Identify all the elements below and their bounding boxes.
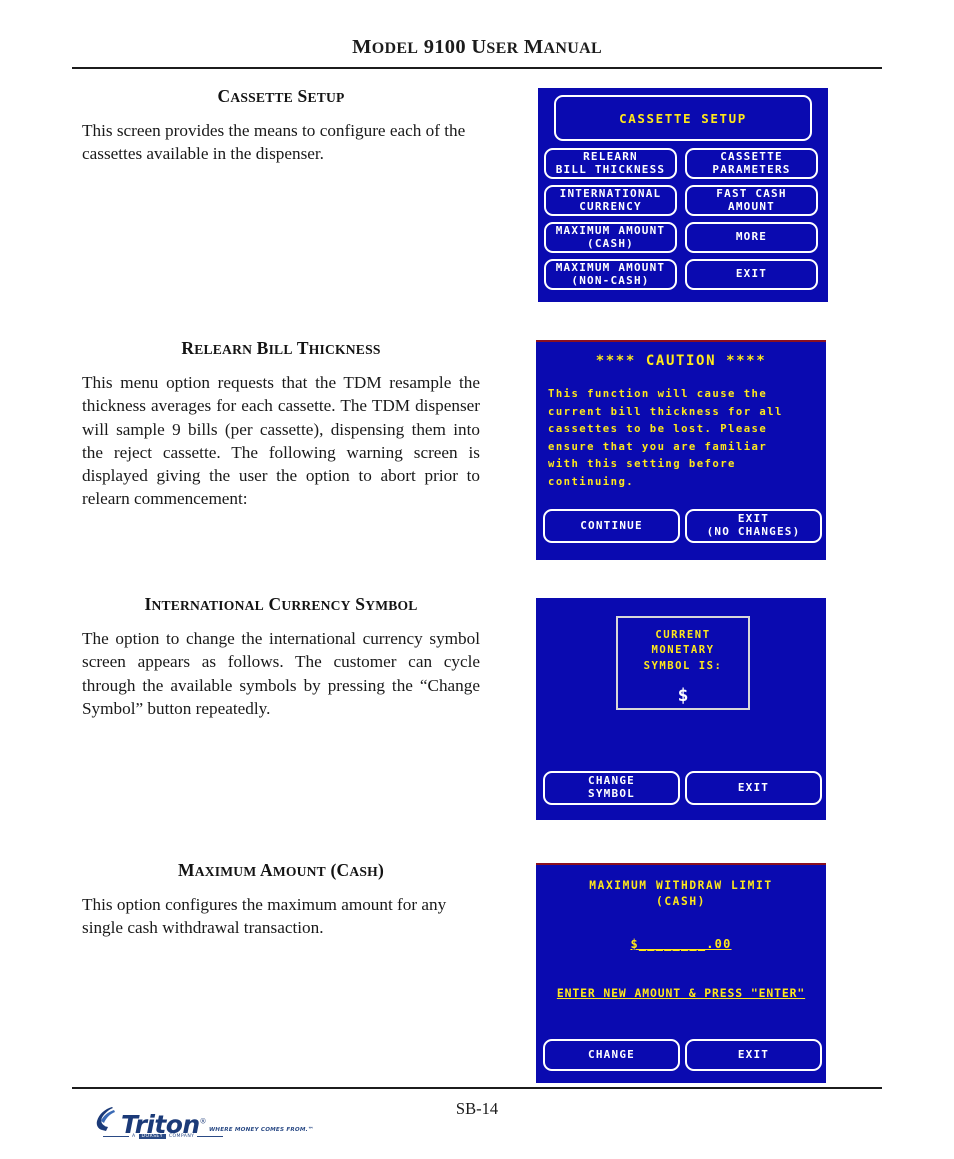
button-exit[interactable]: EXIT xyxy=(685,1039,822,1071)
section-heading-international-currency-symbol: INTERNATIONAL CURRENCY SYMBOL xyxy=(144,594,418,614)
button-label-line1: EXIT xyxy=(737,512,770,526)
button-label-line1: MAXIMUM AMOUNT xyxy=(555,260,666,274)
footer-divider xyxy=(72,1087,882,1089)
button-change-symbol[interactable]: CHANGE SYMBOL xyxy=(543,771,680,805)
max-amount-title-line1: MAXIMUM WITHDRAW LIMIT xyxy=(589,879,773,892)
currency-symbol-box: CURRENT MONETARY SYMBOL IS: $ xyxy=(616,616,750,710)
button-cassette-parameters[interactable]: CASSETTE PARAMETERS xyxy=(685,148,818,179)
triton-tagline-tm: ™ xyxy=(307,1127,314,1133)
button-international-currency[interactable]: INTERNATIONAL CURRENCY xyxy=(544,185,677,216)
button-fast-cash-amount[interactable]: FAST CASH AMOUNT xyxy=(685,185,818,216)
button-label-line2: CURRENCY xyxy=(579,199,642,213)
caution-title: **** CAUTION **** xyxy=(595,353,767,369)
button-label-line1: EXIT xyxy=(735,267,768,281)
triton-sublogo-a: A xyxy=(132,1134,136,1139)
button-exit[interactable]: EXIT xyxy=(685,771,822,805)
section-body-international-currency-symbol: The option to change the international c… xyxy=(82,629,480,718)
button-label-line2: SYMBOL xyxy=(588,787,635,800)
triton-sublogo-chip: DORSEY xyxy=(138,1134,166,1139)
triton-sublogo-company: COMPANY xyxy=(168,1134,195,1139)
page-header: MODEL 9100 USER MANUAL xyxy=(72,36,882,59)
triton-tagline: WHERE MONEY COMES FROM.™ xyxy=(209,1127,314,1133)
section-international-currency-symbol: INTERNATIONAL CURRENCY SYMBOL The option… xyxy=(82,594,480,720)
section-heading-relearn-bill-thickness: RELEARN BILL THICKNESS xyxy=(181,338,381,358)
button-change[interactable]: CHANGE xyxy=(543,1039,680,1071)
atm-screen-max-amount: MAXIMUM WITHDRAW LIMIT (CASH) $________.… xyxy=(536,863,826,1083)
caution-line: cassettes to be lost. Please xyxy=(548,423,768,436)
triton-logo: Triton® WHERE MONEY COMES FROM.™ xyxy=(95,1106,314,1137)
page-header-title: MODEL 9100 USER MANUAL xyxy=(72,36,882,59)
max-amount-prompt: ENTER NEW AMOUNT & PRESS "ENTER" xyxy=(556,986,806,1000)
button-label-line1: MAXIMUM AMOUNT xyxy=(555,223,666,237)
triton-sublogo: A DORSEY COMPANY xyxy=(103,1134,224,1139)
section-body-maximum-amount-cash: This option configures the maximum amoun… xyxy=(82,895,447,938)
currency-symbol-label-line: MONETARY xyxy=(651,644,715,657)
currency-symbol-value: $ xyxy=(677,685,689,707)
max-amount-field[interactable]: $________.00 xyxy=(536,937,826,951)
button-label-line1: CONTINUE xyxy=(580,518,643,532)
caution-line: This function will cause the xyxy=(548,388,768,400)
button-label-line1: MORE xyxy=(735,230,768,244)
button-label-line1: EXIT xyxy=(737,780,770,794)
button-label-line1: CHANGE xyxy=(588,1047,635,1061)
button-label-line1: CASSETTE xyxy=(720,149,783,163)
screen-title-box: CASSETTE SETUP xyxy=(554,95,812,141)
currency-symbol-label: CURRENT MONETARY SYMBOL IS: xyxy=(644,628,723,674)
caution-line: with this setting before xyxy=(548,458,736,471)
page-header-title-text: MODEL 9100 USER MANUAL xyxy=(352,36,602,58)
button-label-line2: (NO CHANGES) xyxy=(706,525,801,538)
triton-bird-icon xyxy=(95,1106,119,1137)
caution-line: continuing. xyxy=(548,475,635,488)
button-exit-no-changes[interactable]: EXIT (NO CHANGES) xyxy=(685,509,822,543)
triton-registered-mark: ® xyxy=(199,1117,207,1126)
caution-line: ensure that you are familiar xyxy=(548,440,768,453)
caution-line: current bill thickness for all xyxy=(548,405,783,418)
currency-symbol-label-line: SYMBOL IS: xyxy=(643,659,723,672)
button-maximum-amount-cash[interactable]: MAXIMUM AMOUNT (CASH) xyxy=(544,222,677,253)
button-continue[interactable]: CONTINUE xyxy=(543,509,680,543)
caution-message: This function will cause the current bil… xyxy=(548,386,816,492)
button-label-line1: INTERNATIONAL xyxy=(559,186,662,200)
section-heading-maximum-amount-cash: MAXIMUM AMOUNT (CASH) xyxy=(178,860,384,880)
button-label-line1: FAST CASH xyxy=(716,186,787,200)
triton-sublogo-rule-right xyxy=(197,1136,224,1137)
button-label-line1: CHANGE xyxy=(588,774,635,788)
triton-sublogo-rule-left xyxy=(103,1136,129,1137)
button-label-line1: RELEARN xyxy=(583,149,638,163)
button-label-line2: BILL THICKNESS xyxy=(555,162,666,176)
button-label-line2: (NON-CASH) xyxy=(571,273,650,287)
max-amount-value: $________.00 xyxy=(630,937,732,951)
button-relearn-bill-thickness[interactable]: RELEARN BILL THICKNESS xyxy=(544,148,677,179)
button-label-line2: PARAMETERS xyxy=(712,162,791,176)
screen-title: CASSETTE SETUP xyxy=(619,110,747,126)
button-label-line1: EXIT xyxy=(737,1047,770,1061)
max-amount-title-line2: (CASH) xyxy=(655,895,706,908)
max-amount-title: MAXIMUM WITHDRAW LIMIT (CASH) xyxy=(536,878,826,910)
button-maximum-amount-non-cash[interactable]: MAXIMUM AMOUNT (NON-CASH) xyxy=(544,259,677,290)
button-exit[interactable]: EXIT xyxy=(685,259,818,290)
triton-tagline-text: WHERE MONEY COMES FROM. xyxy=(208,1127,308,1133)
currency-symbol-label-line: CURRENT xyxy=(655,629,711,641)
section-relearn-bill-thickness: RELEARN BILL THICKNESS This menu option … xyxy=(82,338,480,511)
atm-screen-caution: **** CAUTION **** This function will cau… xyxy=(536,340,826,560)
section-maximum-amount-cash: MAXIMUM AMOUNT (CASH) This option config… xyxy=(82,860,480,940)
atm-screen-cassette-setup: CASSETTE SETUP RELEARN BILL THICKNESS CAS… xyxy=(538,88,828,302)
button-label-line2: (CASH) xyxy=(587,236,634,250)
atm-screen-currency-symbol: CURRENT MONETARY SYMBOL IS: $ CHANGE SYMB… xyxy=(536,598,826,820)
section-heading-cassette-setup: CASSETTE SETUP xyxy=(217,86,345,106)
section-body-relearn-bill-thickness: This menu option requests that the TDM r… xyxy=(82,373,480,509)
button-more[interactable]: MORE xyxy=(685,222,818,253)
header-divider xyxy=(72,67,882,69)
section-cassette-setup: CASSETTE SETUP This screen provides the … xyxy=(82,86,480,166)
button-label-line2: AMOUNT xyxy=(728,199,775,213)
section-body-cassette-setup: This screen provides the means to config… xyxy=(82,121,466,164)
